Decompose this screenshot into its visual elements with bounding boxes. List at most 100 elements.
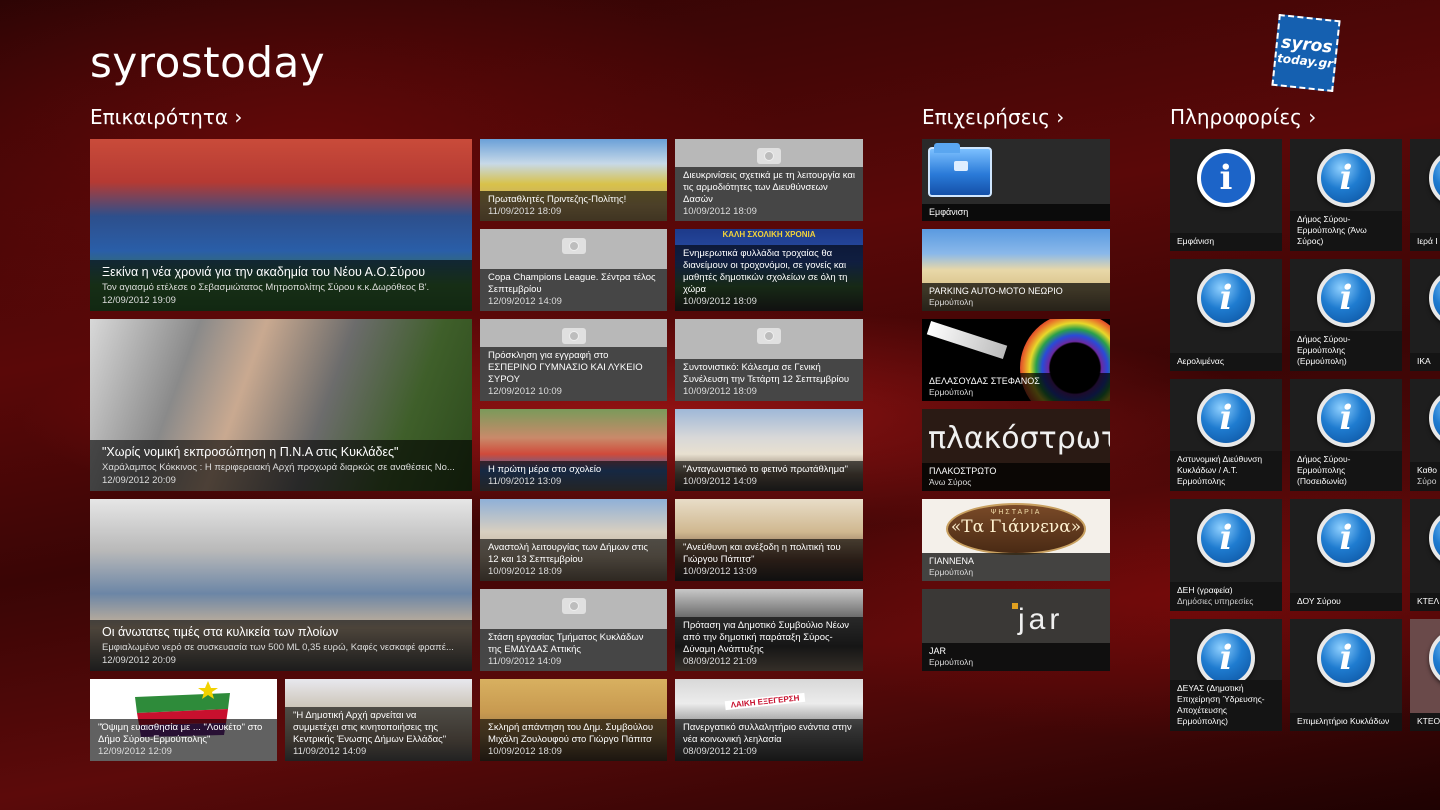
info-label-text: Αερολιμένας (1177, 356, 1224, 366)
news-tile[interactable]: "Ανεύθυνη και ανέξοδη η πολιτική του Γιώ… (675, 499, 863, 581)
info-tile[interactable]: i Αστυνομική Διεύθυνση Κυκλάδων / Α.Τ. Ε… (1170, 379, 1282, 491)
info-label: ΚΤΕΛ (1410, 593, 1440, 611)
news-tile[interactable]: Συντονιστικό: Κάλεσμα σε Γενική Συνέλευσ… (675, 319, 863, 401)
info-label-text: Δήμος Σύρου-Ερμούπολης (Ερμούπολη) (1297, 334, 1351, 366)
news-caption: Πρόσκληση για εγγραφή στο ΕΣΠΕΡΙΝΟ ΓΥΜΝΑ… (480, 347, 667, 401)
section-header-news[interactable]: Επικαιρότητα › (90, 105, 242, 129)
info-tile[interactable]: i Ιερά Ι (1410, 139, 1440, 251)
camera-icon (561, 328, 586, 344)
news-summary: Εμφιαλωμένο νερό σε συσκευασία των 500 M… (102, 642, 454, 653)
news-title: "Ανεύθυνη και ανέξοδη η πολιτική του Γιώ… (683, 542, 841, 565)
news-tile[interactable]: "Χωρίς νομική εκπροσώπηση η Π.Ν.Α στις Κ… (90, 319, 472, 491)
syrostoday-logo: syros today.gr (1271, 13, 1341, 93)
news-date: 10/09/2012 18:09 (683, 206, 757, 217)
news-title: Οι άνωτατες τιμές στα κυλικεία των πλοίω… (102, 625, 339, 639)
news-title: Πανεργατικό συλλαλητήριο ενάντια στην νέ… (683, 722, 852, 745)
info-label: ΔΕΥΑΣ (Δημοτική Επιχείρηση Ύδρευσης-Αποχ… (1170, 680, 1282, 731)
news-date: 10/09/2012 14:09 (683, 476, 757, 487)
business-tile[interactable]: jar JAR Ερμούπολη (922, 589, 1110, 671)
info-icon: i (1197, 509, 1255, 567)
business-logo-top: ΨΗΣΤΑΡΙΑ (990, 509, 1042, 516)
business-area: Ερμούπολη (929, 567, 974, 577)
info-icon: i (1197, 269, 1255, 327)
info-tile[interactable]: i Δήμος Σύρου-Ερμούπολης (Ποσειδωνία) (1290, 379, 1402, 491)
business-tile[interactable]: Εμφάνιση (922, 139, 1110, 221)
news-tile[interactable]: Πρόσκληση για εγγραφή στο ΕΣΠΕΡΙΝΟ ΓΥΜΝΑ… (480, 319, 667, 401)
news-title: Ξεκίνα η νέα χρονιά για την ακαδημία του… (102, 265, 426, 279)
info-label: Ιερά Ι (1410, 233, 1440, 251)
info-tile[interactable]: i ΚΤΕΛ (1410, 499, 1440, 611)
news-tile[interactable]: "Ανταγωνιστικό το φετινό πρωτάθλημα" 10/0… (675, 409, 863, 491)
info-label-text: Επιμελητήριο Κυκλάδων (1297, 716, 1390, 726)
info-icon: i (1317, 389, 1375, 447)
news-tile[interactable]: Πρωταθλητές Πριντεζης-Πολίτης! 11/09/2012… (480, 139, 667, 221)
info-tile[interactable]: i ΔΟΥ Σύρου (1290, 499, 1402, 611)
news-date: 12/09/2012 20:09 (102, 475, 176, 486)
info-tile[interactable]: i ΚαθοΣύρο (1410, 379, 1440, 491)
info-label: Δήμος Σύρου-Ερμούπολης (Ερμούπολη) (1290, 331, 1402, 371)
info-tile[interactable]: i Δήμος Σύρου-Ερμούπολης (Ερμούπολη) (1290, 259, 1402, 371)
news-date: 10/09/2012 18:09 (683, 296, 757, 307)
info-tile[interactable]: i Αερολιμένας (1170, 259, 1282, 371)
camera-icon (561, 598, 586, 614)
business-tile[interactable]: PARKING AUTO-MOTO ΝΕΩΡΙΟ Ερμούπολη (922, 229, 1110, 311)
news-tile[interactable]: Ξεκίνα η νέα χρονιά για την ακαδημία του… (90, 139, 472, 311)
news-tile[interactable]: "Η Δημοτική Αρχή αρνείται να συμμετέχει … (285, 679, 472, 761)
info-label: Αερολιμένας (1170, 353, 1282, 371)
info-tile[interactable]: i ΔΕΥΑΣ (Δημοτική Επιχείρηση Ύδρευσης-Απ… (1170, 619, 1282, 731)
section-header-business[interactable]: Επιχειρήσεις › (922, 105, 1064, 129)
business-tile[interactable]: ΨΗΣΤΑΡΙΑ «Τα Γιάννενα» ΓΙΑΝΝΕΝΑ Ερμούπολη (922, 499, 1110, 581)
news-date: 11/09/2012 14:09 (293, 746, 367, 757)
news-date: 08/09/2012 21:09 (683, 656, 757, 667)
info-icon: i (1429, 389, 1440, 447)
news-tile[interactable]: "Όψιμη ευαισθησία με ... "Λουκέτο" στο Δ… (90, 679, 277, 761)
info-icon: i (1429, 269, 1440, 327)
section-header-info[interactable]: Πληροφορίες › (1170, 105, 1316, 129)
camera-icon (561, 238, 586, 254)
news-caption: "Όψιμη ευαισθησία με ... "Λουκέτο" στο Δ… (90, 719, 277, 761)
news-title: "Η Δημοτική Αρχή αρνείται να συμμετέχει … (293, 710, 447, 745)
business-caption: PARKING AUTO-MOTO ΝΕΩΡΙΟ Ερμούπολη (922, 283, 1110, 311)
news-tile[interactable]: Στάση εργασίας Τμήματος Κυκλάδων της ΕΜΔ… (480, 589, 667, 671)
info-tile[interactable]: i ΙΚΑ (1410, 259, 1440, 371)
news-title: Πρόταση για Δημοτικό Συμβούλιο Νέων από … (683, 620, 849, 655)
business-caption: ΔΕΛΑΣΟΥΔΑΣ ΣΤΕΦΑΝΟΣ Ερμούπολη (922, 373, 1110, 401)
news-tile[interactable]: ΚΑΛΗ ΣΧΟΛΙΚΗ ΧΡΟΝΙΑ Ενημερωτικά φυλλάδια… (675, 229, 863, 311)
info-label-text: ΚΤΕΛ (1417, 596, 1440, 606)
info-tile[interactable]: i ΚΤΕΟ (1410, 619, 1440, 731)
news-caption: Αναστολή λειτουργίας των Δήμων στις 12 κ… (480, 539, 667, 581)
info-icon: i (1317, 149, 1375, 207)
news-tile[interactable]: Πρόταση για Δημοτικό Συμβούλιο Νέων από … (675, 589, 863, 671)
business-tile[interactable]: πλακόστρωτο ΠΛΑΚΟΣΤΡΩΤΟΆνω Σύρος (922, 409, 1110, 491)
info-icon: i (1317, 269, 1375, 327)
news-title: Σκληρή απάντηση του Δημ. Συμβούλου Μιχάλ… (488, 722, 654, 745)
news-tile[interactable]: Σκληρή απάντηση του Δημ. Συμβούλου Μιχάλ… (480, 679, 667, 761)
news-title: "Χωρίς νομική εκπροσώπηση η Π.Ν.Α στις Κ… (102, 445, 399, 459)
news-tile[interactable]: Οι άνωτατες τιμές στα κυλικεία των πλοίω… (90, 499, 472, 671)
news-tile[interactable]: Copa Champions League. Σέντρα τέλος Σεπτ… (480, 229, 667, 311)
info-tile[interactable]: i Επιμελητήριο Κυκλάδων (1290, 619, 1402, 731)
info-tile[interactable]: i Εμφάνιση (1170, 139, 1282, 251)
news-tile[interactable]: Η πρώτη μέρα στο σχολείο 11/09/2012 13:09 (480, 409, 667, 491)
info-label-text: Ιερά Ι (1417, 236, 1438, 246)
news-date: 11/09/2012 13:09 (488, 476, 562, 487)
news-date: 12/09/2012 12:09 (98, 746, 172, 757)
news-caption: Πρωταθλητές Πριντεζης-Πολίτης! 11/09/2012… (480, 191, 667, 221)
news-tile[interactable]: Διευκρινίσεις σχετικά με τη λειτουργία κ… (675, 139, 863, 221)
info-tile[interactable]: i ΔΕΗ (γραφεία) Δημόσιες υπηρεσίες (1170, 499, 1282, 611)
business-caption: ΠΛΑΚΟΣΤΡΩΤΟ Άνω Σύρος (922, 463, 1110, 491)
info-icon: i (1197, 629, 1255, 687)
info-label: Αστυνομική Διεύθυνση Κυκλάδων / Α.Τ. Ερμ… (1170, 451, 1282, 491)
news-caption: Στάση εργασίας Τμήματος Κυκλάδων της ΕΜΔ… (480, 629, 667, 671)
business-tile[interactable]: ΔΕΛΑΣΟΥΔΑΣ ΣΤΕΦΑΝΟΣ Ερμούπολη (922, 319, 1110, 401)
business-name: Εμφάνιση (929, 207, 969, 217)
news-tile[interactable]: Αναστολή λειτουργίας των Δήμων στις 12 κ… (480, 499, 667, 581)
info-tile[interactable]: i Δήμος Σύρου-Ερμούπολης (Άνω Σύρος) (1290, 139, 1402, 251)
news-tile[interactable]: ΛΑΙΚΗ ΕΞΕΓΕΡΣΗ Πανεργατικό συλλαλητήριο … (675, 679, 863, 761)
camera-icon (757, 328, 781, 344)
news-date: 08/09/2012 21:09 (683, 746, 757, 757)
info-label: Εμφάνιση (1170, 233, 1282, 251)
business-area: Ερμούπολη (929, 297, 974, 307)
news-title: "Όψιμη ευαισθησία με ... "Λουκέτο" στο Δ… (98, 722, 263, 745)
news-caption: Copa Champions League. Σέντρα τέλος Σεπτ… (480, 269, 667, 311)
